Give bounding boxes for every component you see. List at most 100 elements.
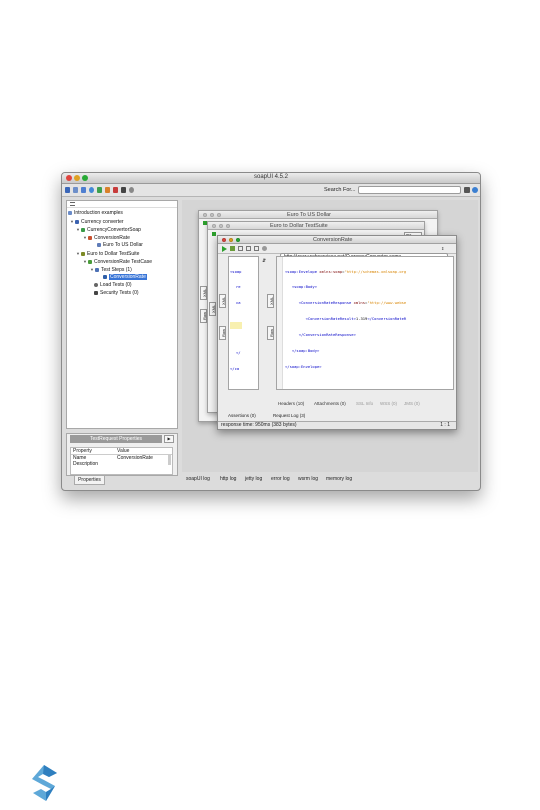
project-navigator: Introduction examples ▼ Currency converte…	[66, 200, 178, 429]
editor-minimize-button[interactable]	[219, 224, 223, 228]
response-status-bar: response time: 950ms (383 bytes) 1 : 1	[218, 421, 456, 429]
tab-raw[interactable]: Raw	[200, 309, 207, 323]
securitytest-icon	[94, 290, 98, 295]
tab-attachments[interactable]: Attachments (0)	[314, 401, 346, 406]
tab-error-log[interactable]: error log	[271, 476, 290, 482]
request-toolbar: http://www.webservicex.net/CurrencyConve…	[218, 244, 456, 261]
tree-item-testcase[interactable]: ▼ ConversionRate TestCase	[83, 258, 152, 265]
tree-item-interface[interactable]: ▼ CurrencyConvertorSoap	[76, 226, 141, 233]
print-icon[interactable]	[464, 187, 470, 193]
stop-icon[interactable]	[238, 246, 243, 251]
settings-icon[interactable]	[262, 246, 267, 251]
tab-xml[interactable]: XML	[200, 286, 207, 300]
tree-item-security-tests[interactable]: Security Tests (0)	[94, 290, 139, 297]
tab-properties[interactable]: Properties	[74, 475, 105, 485]
editor-minimize-button[interactable]	[229, 238, 233, 242]
trial-icon[interactable]	[97, 187, 102, 193]
info-icon[interactable]	[129, 187, 134, 193]
xml-line: </soap:Body>	[285, 348, 320, 354]
editor-highlight	[230, 322, 242, 330]
request-editor-pane[interactable]: <soap re ca </ </ca	[228, 256, 259, 390]
tab-xml[interactable]: XML	[219, 294, 226, 308]
properties-toggle-button[interactable]: ▶	[164, 435, 174, 443]
editor-title: Euro to Dollar TestSuite	[270, 223, 328, 229]
editor-close-button[interactable]	[222, 238, 226, 242]
create-copy-icon[interactable]	[246, 246, 251, 251]
submit-request-icon[interactable]	[222, 246, 227, 252]
import-project-icon[interactable]	[73, 187, 78, 193]
title-bar: soapUI 4.5.2	[62, 173, 480, 184]
request-xml: <soap re ca </ </ca	[230, 258, 253, 382]
tree-item-request[interactable]: Euro To US Dollar	[97, 242, 143, 249]
editor-close-button[interactable]	[203, 213, 207, 217]
tab-ssl-info[interactable]: SSL Info	[356, 401, 373, 406]
request-icon	[97, 242, 101, 247]
tab-wss[interactable]: WSS (0)	[380, 401, 397, 406]
xml-line: </	[236, 349, 241, 355]
navigator-toolbar	[67, 201, 177, 208]
help-icon[interactable]	[472, 187, 478, 193]
forum-icon[interactable]	[89, 187, 94, 193]
save-all-icon[interactable]	[81, 187, 86, 193]
tab-raw[interactable]: Raw	[267, 326, 274, 340]
response-editor-pane[interactable]: <soap:Envelope xmlns:soap="http://schema…	[276, 256, 454, 390]
tab-jms[interactable]: JMS (0)	[404, 401, 420, 406]
tree-item-testsuite[interactable]: ▼ Euro to Dollar TestSuite	[76, 250, 139, 257]
project-set-icon	[68, 210, 72, 215]
editor-minimize-button[interactable]	[210, 213, 214, 217]
tab-headers[interactable]: Headers (10)	[278, 401, 304, 406]
xml-line: <soap	[230, 268, 242, 274]
editor-title-bar: Euro to Dollar TestSuite	[208, 222, 424, 230]
response-time: response time: 950ms (383 bytes)	[221, 422, 297, 428]
tree-item-currency-converter[interactable]: ▼ Currency converter	[70, 218, 124, 225]
tab-xml[interactable]: XML	[267, 294, 274, 308]
tree-item-load-tests[interactable]: Load Tests (0)	[94, 282, 132, 289]
tab-request-log[interactable]: Request Log (3)	[273, 413, 305, 418]
collapse-all-icon[interactable]	[70, 202, 75, 206]
editor-close-button[interactable]	[212, 224, 216, 228]
endpoint-dropdown-icon[interactable]: ⇕	[441, 246, 444, 251]
tab-jetty-log[interactable]: jetty log	[245, 476, 262, 482]
editor-title-bar: Euro To US Dollar	[199, 211, 437, 219]
editor-window-conversionrate[interactable]: ConversionRate http://www.webservicex.ne…	[217, 235, 457, 430]
new-project-icon[interactable]	[65, 187, 70, 193]
tree-item-operation[interactable]: ▼ ConversionRate	[83, 234, 130, 241]
proxy-icon[interactable]	[113, 187, 118, 193]
tab-assertions[interactable]: Assertions (0)	[228, 413, 256, 418]
editor-maximize-button[interactable]	[226, 224, 230, 228]
run-icon[interactable]	[212, 232, 216, 236]
tree-item-introduction-examples[interactable]: Introduction examples	[68, 210, 123, 217]
tree-item-teststep-selected[interactable]: ConversionRate	[103, 274, 147, 281]
exit-icon[interactable]	[121, 187, 126, 193]
editor-title: ConversionRate	[313, 237, 353, 243]
property-value-cell[interactable]: ConversionRate	[117, 455, 153, 461]
soapui-logo	[32, 765, 57, 801]
split-toggle-icon[interactable]: ⇵	[262, 258, 266, 264]
properties-scrollbar[interactable]	[168, 455, 171, 465]
project-icon	[75, 219, 79, 224]
soapui-window: soapUI 4.5.2 Search For... Introduction …	[61, 172, 481, 491]
add-assertion-icon[interactable]	[230, 246, 235, 251]
interface-icon	[81, 227, 85, 232]
teststep-icon	[103, 274, 107, 279]
properties-table: Property Value Name ConversionRate Descr…	[70, 447, 173, 475]
tab-soapui-log[interactable]: soapUI log	[186, 476, 210, 482]
property-name-cell[interactable]: Description	[73, 461, 98, 467]
xml-line: re	[236, 284, 241, 290]
search-input[interactable]	[358, 186, 461, 194]
xml-line: </ca	[230, 365, 240, 371]
tab-http-log[interactable]: http log	[220, 476, 236, 482]
tree-item-test-steps[interactable]: ▼ Test Steps (1)	[90, 266, 132, 273]
preferences-icon[interactable]	[105, 187, 110, 193]
xml-line: <soap:Body>	[285, 284, 318, 290]
line-gutter	[277, 257, 283, 389]
editor-maximize-button[interactable]	[236, 238, 240, 242]
tab-memory-log[interactable]: memory log	[326, 476, 352, 482]
tab-xml[interactable]: XML	[209, 302, 216, 316]
tab-raw[interactable]: Raw	[219, 326, 226, 340]
editor-title-bar: ConversionRate	[218, 236, 456, 244]
tab-wsrm-log[interactable]: wsrm log	[298, 476, 318, 482]
properties-title: TestRequest Properties	[70, 435, 162, 443]
editor-maximize-button[interactable]	[217, 213, 221, 217]
tile-icon[interactable]	[254, 246, 259, 251]
